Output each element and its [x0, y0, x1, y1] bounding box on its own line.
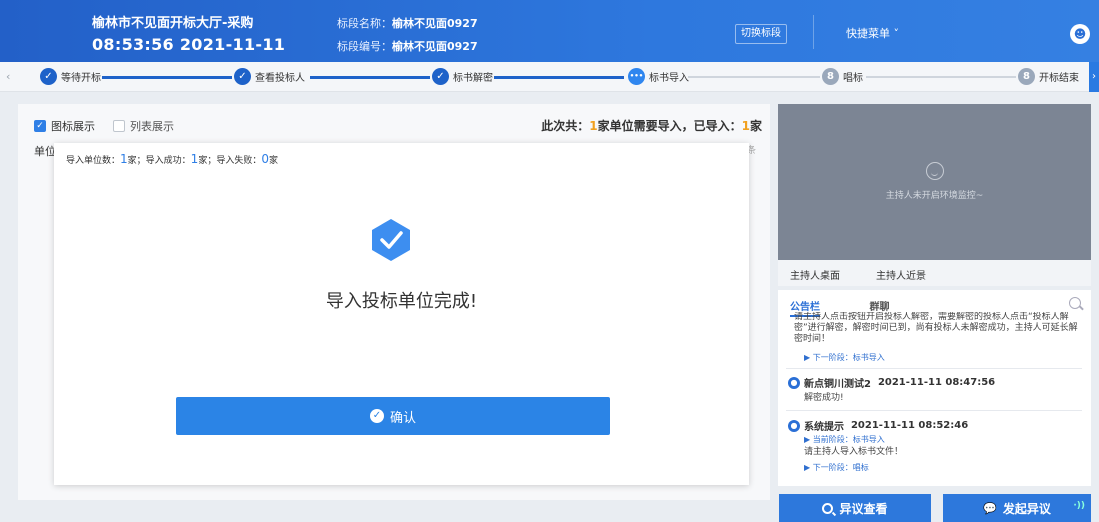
section-name-value: 榆林不见面0927 — [392, 17, 478, 30]
sad-face-icon — [926, 162, 944, 180]
stat-label: 家；导入失败： — [198, 156, 262, 166]
check-icon: ✓ — [40, 68, 57, 85]
hall-title: 榆林市不见面开标大厅-采购 — [92, 16, 254, 31]
success-shield-icon — [372, 219, 410, 261]
message-sender: 新点铜川测试2 — [804, 379, 871, 390]
view-tabs: ✓ 图标展示 列表展示 — [34, 118, 174, 134]
summary-mid: 家单位需要导入，已导入： — [597, 119, 742, 133]
step-connector — [866, 76, 1016, 78]
checkbox-empty-icon — [113, 120, 125, 132]
progress-steps: ‹ ✓ 等待开标 ✓ 查看投标人 ✓ 标书解密 ••• 标书导入 8 唱标 8 … — [0, 62, 1099, 92]
person-icon: ● — [788, 419, 800, 432]
next-stage: ▶ 下一阶段：标书导入 — [804, 353, 885, 362]
completion-message: 导入投标单位完成! — [325, 291, 478, 312]
more-dots-icon: ••• — [628, 68, 645, 85]
import-result-dialog: 导入单位数：1家；导入成功：1家；导入失败：0家 导入投标单位完成! ✓ 确认 — [54, 143, 749, 485]
stat-label: 家；导入成功： — [127, 156, 191, 166]
message-header: ● 系统提示 2021-11-11 08:52:46 — [788, 418, 968, 433]
step-connector — [310, 76, 430, 79]
message-time: 2021-11-11 08:52:46 — [850, 420, 969, 431]
divider — [786, 368, 1082, 369]
user-avatar-icon[interactable]: ☻ — [1070, 24, 1090, 44]
step-view-bidders: ✓ 查看投标人 — [234, 68, 305, 85]
confirm-button[interactable]: ✓ 确认 — [176, 397, 610, 435]
notice-text: 请主持人点击按钮开启投标人解密，需要解密的投标人点击“投标人解密”进行解密，解密… — [794, 312, 1078, 344]
step-label: 查看投标人 — [255, 73, 305, 84]
message-header: ● 新点铜川测试2 2021-11-11 08:47:56 — [788, 375, 995, 390]
summary-need-count: 1 — [589, 119, 598, 133]
check-icon: ✓ — [234, 68, 251, 85]
current-stage: ▶ 当前阶段：标书导入 — [804, 435, 885, 444]
objection-query-button[interactable]: 异议查看 — [779, 494, 931, 522]
monitor-video-area: 主持人未开启环境监控~ — [778, 104, 1091, 260]
summary-done-count: 1 — [741, 119, 750, 133]
step-decrypt: ✓ 标书解密 — [432, 68, 493, 85]
step-label: 标书解密 — [453, 73, 493, 84]
search-icon — [822, 502, 834, 514]
stat-import-count: 1 — [120, 152, 128, 166]
monitor-status: 主持人未开启环境监控~ — [885, 191, 984, 201]
check-icon: ✓ — [432, 68, 449, 85]
step-connector — [102, 76, 232, 79]
button-label: 异议查看 — [839, 501, 888, 516]
divider — [786, 410, 1082, 411]
step-label: 开标结束 — [1039, 73, 1079, 84]
step-label: 等待开标 — [61, 73, 101, 84]
message-text: 请主持人导入标书文件！ — [804, 447, 904, 457]
current-datetime: 08:53:56 2021-11-11 — [92, 35, 286, 54]
tab-label: 列表展示 — [130, 120, 174, 133]
step-waiting-open: ✓ 等待开标 — [40, 68, 101, 85]
header-divider — [813, 15, 814, 49]
step-label: 标书导入 — [649, 73, 689, 84]
step-label: 唱标 — [843, 73, 863, 84]
section-code: 标段编号：榆林不见面0927 — [337, 38, 478, 54]
raise-objection-button[interactable]: 💬 发起异议 ·)) — [943, 494, 1091, 522]
summary-suffix: 家 — [749, 119, 762, 133]
tab-host-closeup[interactable]: 主持人近景 — [876, 267, 926, 282]
search-icon[interactable] — [1069, 297, 1081, 309]
video-tabs: 主持人桌面 主持人近景 — [778, 260, 1091, 286]
sound-wave-icon: ·)) — [1073, 501, 1085, 511]
pending-step-icon: 8 — [822, 68, 839, 85]
stat-label: 导入单位数： — [66, 156, 121, 166]
import-summary: 此次共：1家单位需要导入，已导入：1家 — [541, 117, 762, 134]
message-text: 解密成功! — [804, 393, 844, 403]
checkbox-checked-icon: ✓ — [34, 120, 46, 132]
tab-icon-view[interactable]: ✓ 图标展示 — [34, 118, 95, 134]
section-code-value: 榆林不见面0927 — [392, 40, 478, 53]
stat-label: 家 — [268, 156, 278, 166]
person-icon: ● — [788, 376, 800, 389]
section-name-label: 标段名称： — [337, 17, 392, 30]
tab-list-view[interactable]: 列表展示 — [113, 118, 174, 134]
section-name: 标段名称：榆林不见面0927 — [337, 15, 478, 31]
step-finish: 8 开标结束 — [1018, 68, 1079, 85]
notice-panel: 公告栏 群聊 请主持人点击按钮开启投标人解密，需要解密的投标人点击“投标人解密”… — [778, 290, 1091, 486]
step-connector — [494, 76, 624, 79]
steps-next-arrow-icon[interactable]: › — [1089, 62, 1099, 92]
message-sender: 系统提示 — [804, 422, 844, 433]
message-time: 2021-11-11 08:47:56 — [877, 377, 996, 388]
quick-menu-dropdown[interactable]: 快捷菜单 ˅ — [846, 25, 899, 41]
top-header: 榆林市不见面开标大厅-采购 08:53:56 2021-11-11 标段名称：榆… — [0, 0, 1099, 62]
step-sing-bid: 8 唱标 — [822, 68, 863, 85]
notice-tabs: 公告栏 群聊 — [790, 298, 889, 317]
check-circle-icon: ✓ — [369, 409, 384, 423]
section-code-label: 标段编号： — [337, 40, 392, 53]
pending-step-icon: 8 — [1018, 68, 1035, 85]
step-connector — [688, 76, 820, 78]
chat-bubble-icon: 💬 — [983, 501, 997, 515]
step-import: ••• 标书导入 — [628, 68, 689, 85]
switch-section-button[interactable]: 切换标段 — [735, 24, 787, 44]
steps-prev-arrow-icon[interactable]: ‹ — [6, 70, 10, 83]
confirm-label: 确认 — [389, 410, 416, 426]
stat-fail-count: 0 — [261, 152, 269, 166]
import-stats: 导入单位数：1家；导入成功：1家；导入失败：0家 — [66, 152, 278, 166]
button-label: 发起异议 — [1002, 501, 1051, 516]
tab-host-desktop[interactable]: 主持人桌面 — [790, 267, 840, 282]
next-stage: ▶ 下一阶段：唱标 — [804, 463, 869, 472]
summary-prefix: 此次共： — [541, 119, 590, 133]
unit-column-label: 单位 — [34, 145, 56, 158]
tab-label: 图标展示 — [51, 120, 95, 133]
